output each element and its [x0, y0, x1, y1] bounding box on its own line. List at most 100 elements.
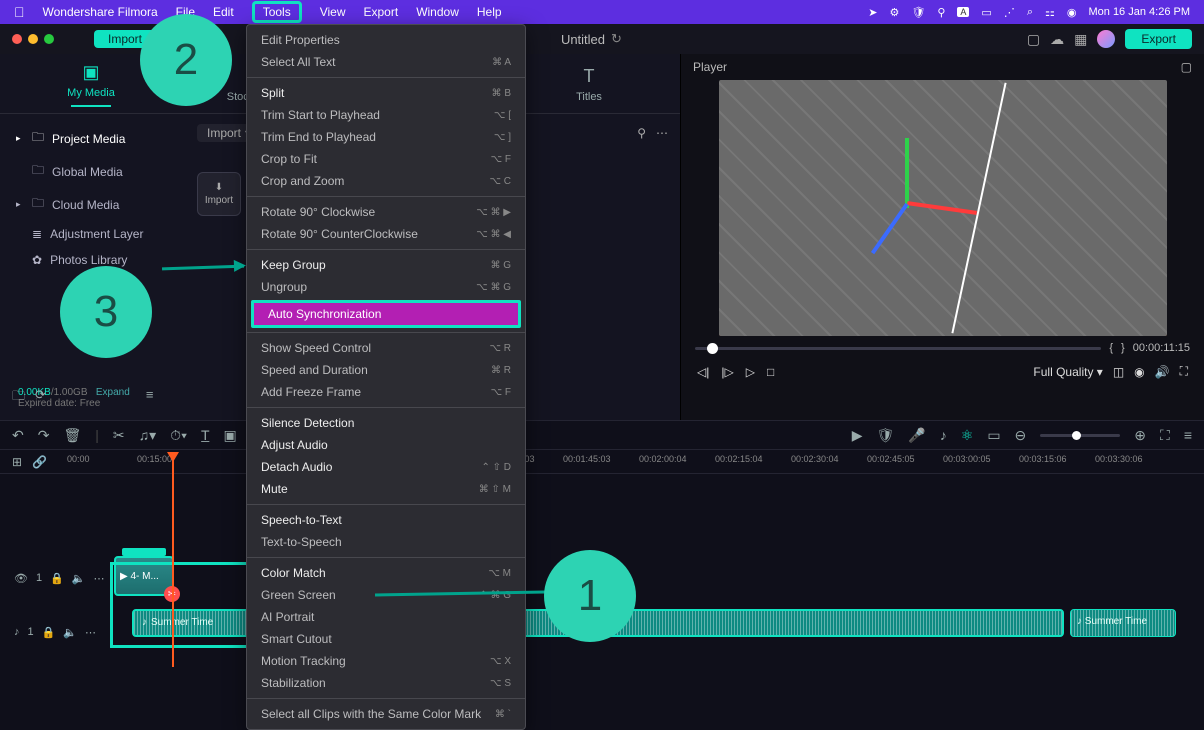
delete-icon[interactable]: 🗑	[63, 427, 81, 444]
menubar-window[interactable]: Window	[416, 5, 459, 19]
auto-icon[interactable]: ⚛	[961, 427, 974, 444]
window-minimize-icon[interactable]	[28, 34, 38, 44]
more-icon[interactable]: ⋯	[656, 126, 668, 140]
menu-color-match[interactable]: Color Match⌥ M	[247, 562, 525, 584]
menu-crop-fit[interactable]: Crop to Fit⌥ F	[247, 148, 525, 170]
menu-show-speed[interactable]: Show Speed Control⌥ R	[247, 337, 525, 359]
menu-keep-group[interactable]: Keep Group⌘ G	[247, 254, 525, 276]
menu-speech-to-text[interactable]: Speech-to-Text	[247, 509, 525, 531]
sidebar-item-adjustment-layer[interactable]: ≣Adjustment Layer	[0, 221, 185, 247]
panel-refresh-icon[interactable]: ⟳	[35, 387, 46, 409]
speed-icon[interactable]: ⏱▾	[170, 427, 187, 444]
lang-icon[interactable]: A	[957, 7, 969, 17]
menu-auto-synchronization[interactable]: Auto Synchronization	[251, 300, 521, 328]
menu-ungroup[interactable]: Ungroup⌥ ⌘ G	[247, 276, 525, 298]
tab-titles[interactable]: TTitles	[554, 66, 624, 103]
play-back-icon[interactable]: |▷	[721, 365, 733, 379]
battery-icon[interactable]: ▭	[981, 6, 991, 19]
siri-icon[interactable]: ◉	[1067, 6, 1077, 19]
timeline-ruler[interactable]: 00:00 00:15:00 00:01:30:03 00:01:45:03 0…	[57, 450, 1204, 473]
player-scrubber[interactable]	[695, 347, 1101, 350]
window-close-icon[interactable]	[12, 34, 22, 44]
menubar-datetime[interactable]: Mon 16 Jan 4:26 PM	[1088, 6, 1190, 18]
grid-icon[interactable]: ▦	[1074, 31, 1087, 48]
brace-left[interactable]: {	[1109, 342, 1113, 354]
menu-crop-zoom[interactable]: Crop and Zoom⌥ C	[247, 170, 525, 192]
tab-my-media[interactable]: ▣My Media	[56, 62, 126, 107]
list-icon[interactable]: ≡	[1184, 427, 1192, 443]
crop-icon[interactable]: ▣	[224, 427, 237, 444]
menu-trim-start[interactable]: Trim Start to Playhead⌥ [	[247, 104, 525, 126]
bluetooth-icon[interactable]: ⚲	[937, 6, 945, 19]
menu-select-same-color[interactable]: Select all Clips with the Same Color Mar…	[247, 703, 525, 725]
audio-track-header[interactable]: ♪1🔒🔈⋯	[14, 626, 104, 639]
menu-adjust-audio[interactable]: Adjust Audio	[247, 434, 525, 456]
menubar-app-name[interactable]: Wondershare Filmora	[43, 5, 158, 19]
render-icon[interactable]: ▶	[852, 427, 863, 444]
zoom-in-icon[interactable]: ⊕	[1134, 427, 1146, 444]
snapshot-icon[interactable]: ▢	[1181, 60, 1192, 74]
mic-icon[interactable]: 🎤	[908, 427, 925, 444]
menu-mute[interactable]: Mute⌘ ⇧ M	[247, 478, 525, 500]
network-icon[interactable]: ⚙	[890, 6, 900, 19]
brace-right[interactable]: }	[1121, 342, 1125, 354]
sidebar-item-project-media[interactable]: ▸🗀Project Media	[0, 122, 185, 155]
panel-folder-icon[interactable]: 🗀	[12, 387, 25, 409]
menubar-help[interactable]: Help	[477, 5, 502, 19]
cloud-icon[interactable]: ☁	[1050, 31, 1064, 48]
marker-icon[interactable]: 🛡	[877, 427, 895, 444]
mute-icon[interactable]: 🔈	[63, 626, 77, 639]
lock-icon[interactable]: 🔒	[42, 626, 56, 639]
panel-view-icon[interactable]: ≡	[146, 387, 154, 409]
track-add-icon[interactable]: ⊞	[12, 455, 22, 469]
music-icon[interactable]: ♫▾	[139, 427, 157, 444]
undo-icon[interactable]: ↶	[12, 427, 24, 444]
wifi-icon[interactable]: ⋰	[1004, 6, 1015, 19]
volume-icon[interactable]: 🔊	[1155, 365, 1170, 379]
prev-frame-icon[interactable]: ◁|	[697, 365, 709, 379]
shield-icon[interactable]: 🛡	[911, 6, 925, 19]
more-icon[interactable]: ⋯	[94, 572, 105, 585]
import-media-button[interactable]: ⬇ Import	[197, 172, 241, 216]
search-icon[interactable]: ⌕	[1027, 6, 1033, 19]
menubar-edit[interactable]: Edit	[213, 5, 234, 19]
eye-icon[interactable]: 👁	[14, 572, 28, 585]
group-icon[interactable]: ▭	[987, 427, 1000, 444]
zoom-out-icon[interactable]: ⊖	[1015, 427, 1027, 444]
avatar[interactable]	[1097, 30, 1115, 48]
control-center-icon[interactable]: ⚏	[1045, 6, 1055, 19]
play-icon[interactable]: ▷	[746, 365, 755, 379]
menu-select-all-text[interactable]: Select All Text⌘ A	[247, 51, 525, 73]
menu-motion-tracking[interactable]: Motion Tracking⌥ X	[247, 650, 525, 672]
menu-stabilization[interactable]: Stabilization⌥ S	[247, 672, 525, 694]
fullscreen-icon[interactable]: ⛶	[1180, 364, 1188, 379]
capture-icon[interactable]: ◉	[1134, 365, 1144, 379]
stop-icon[interactable]: □	[767, 365, 774, 379]
playhead[interactable]	[172, 454, 174, 667]
window-maximize-icon[interactable]	[44, 34, 54, 44]
location-icon[interactable]: ➤	[868, 6, 877, 19]
menubar-export[interactable]: Export	[364, 5, 399, 19]
menu-smart-cutout[interactable]: Smart Cutout	[247, 628, 525, 650]
menu-detach-audio[interactable]: Detach Audio⌃ ⇧ D	[247, 456, 525, 478]
mute-icon[interactable]: 🔈	[72, 572, 86, 585]
audio-clip-2[interactable]: ♪ Summer Time	[1070, 609, 1176, 637]
text-tool-icon[interactable]: T̲	[201, 427, 210, 443]
sidebar-item-global-media[interactable]: 🗀Global Media	[0, 155, 185, 188]
compare-icon[interactable]: ◫	[1113, 365, 1124, 379]
sidebar-item-cloud-media[interactable]: ▸🗀Cloud Media	[0, 188, 185, 221]
menu-silence-detection[interactable]: Silence Detection	[247, 412, 525, 434]
menu-split[interactable]: Split⌘ B	[247, 82, 525, 104]
menu-ai-portrait[interactable]: AI Portrait	[247, 606, 525, 628]
link-icon[interactable]: 🔗	[32, 455, 47, 469]
menu-rotate-cw[interactable]: Rotate 90° Clockwise⌥ ⌘ ▶	[247, 201, 525, 223]
redo-icon[interactable]: ↷	[38, 427, 50, 444]
menubar-view[interactable]: View	[320, 5, 346, 19]
menu-text-to-speech[interactable]: Text-to-Speech	[247, 531, 525, 553]
fit-icon[interactable]: ⛶	[1160, 427, 1170, 444]
menubar-tools[interactable]: Tools	[252, 1, 302, 23]
menu-edit-properties[interactable]: Edit Properties	[247, 29, 525, 51]
video-track-header[interactable]: 👁1🔒🔈⋯	[14, 572, 104, 585]
menu-speed-duration[interactable]: Speed and Duration⌘ R	[247, 359, 525, 381]
lock-icon[interactable]: 🔒	[50, 572, 64, 585]
